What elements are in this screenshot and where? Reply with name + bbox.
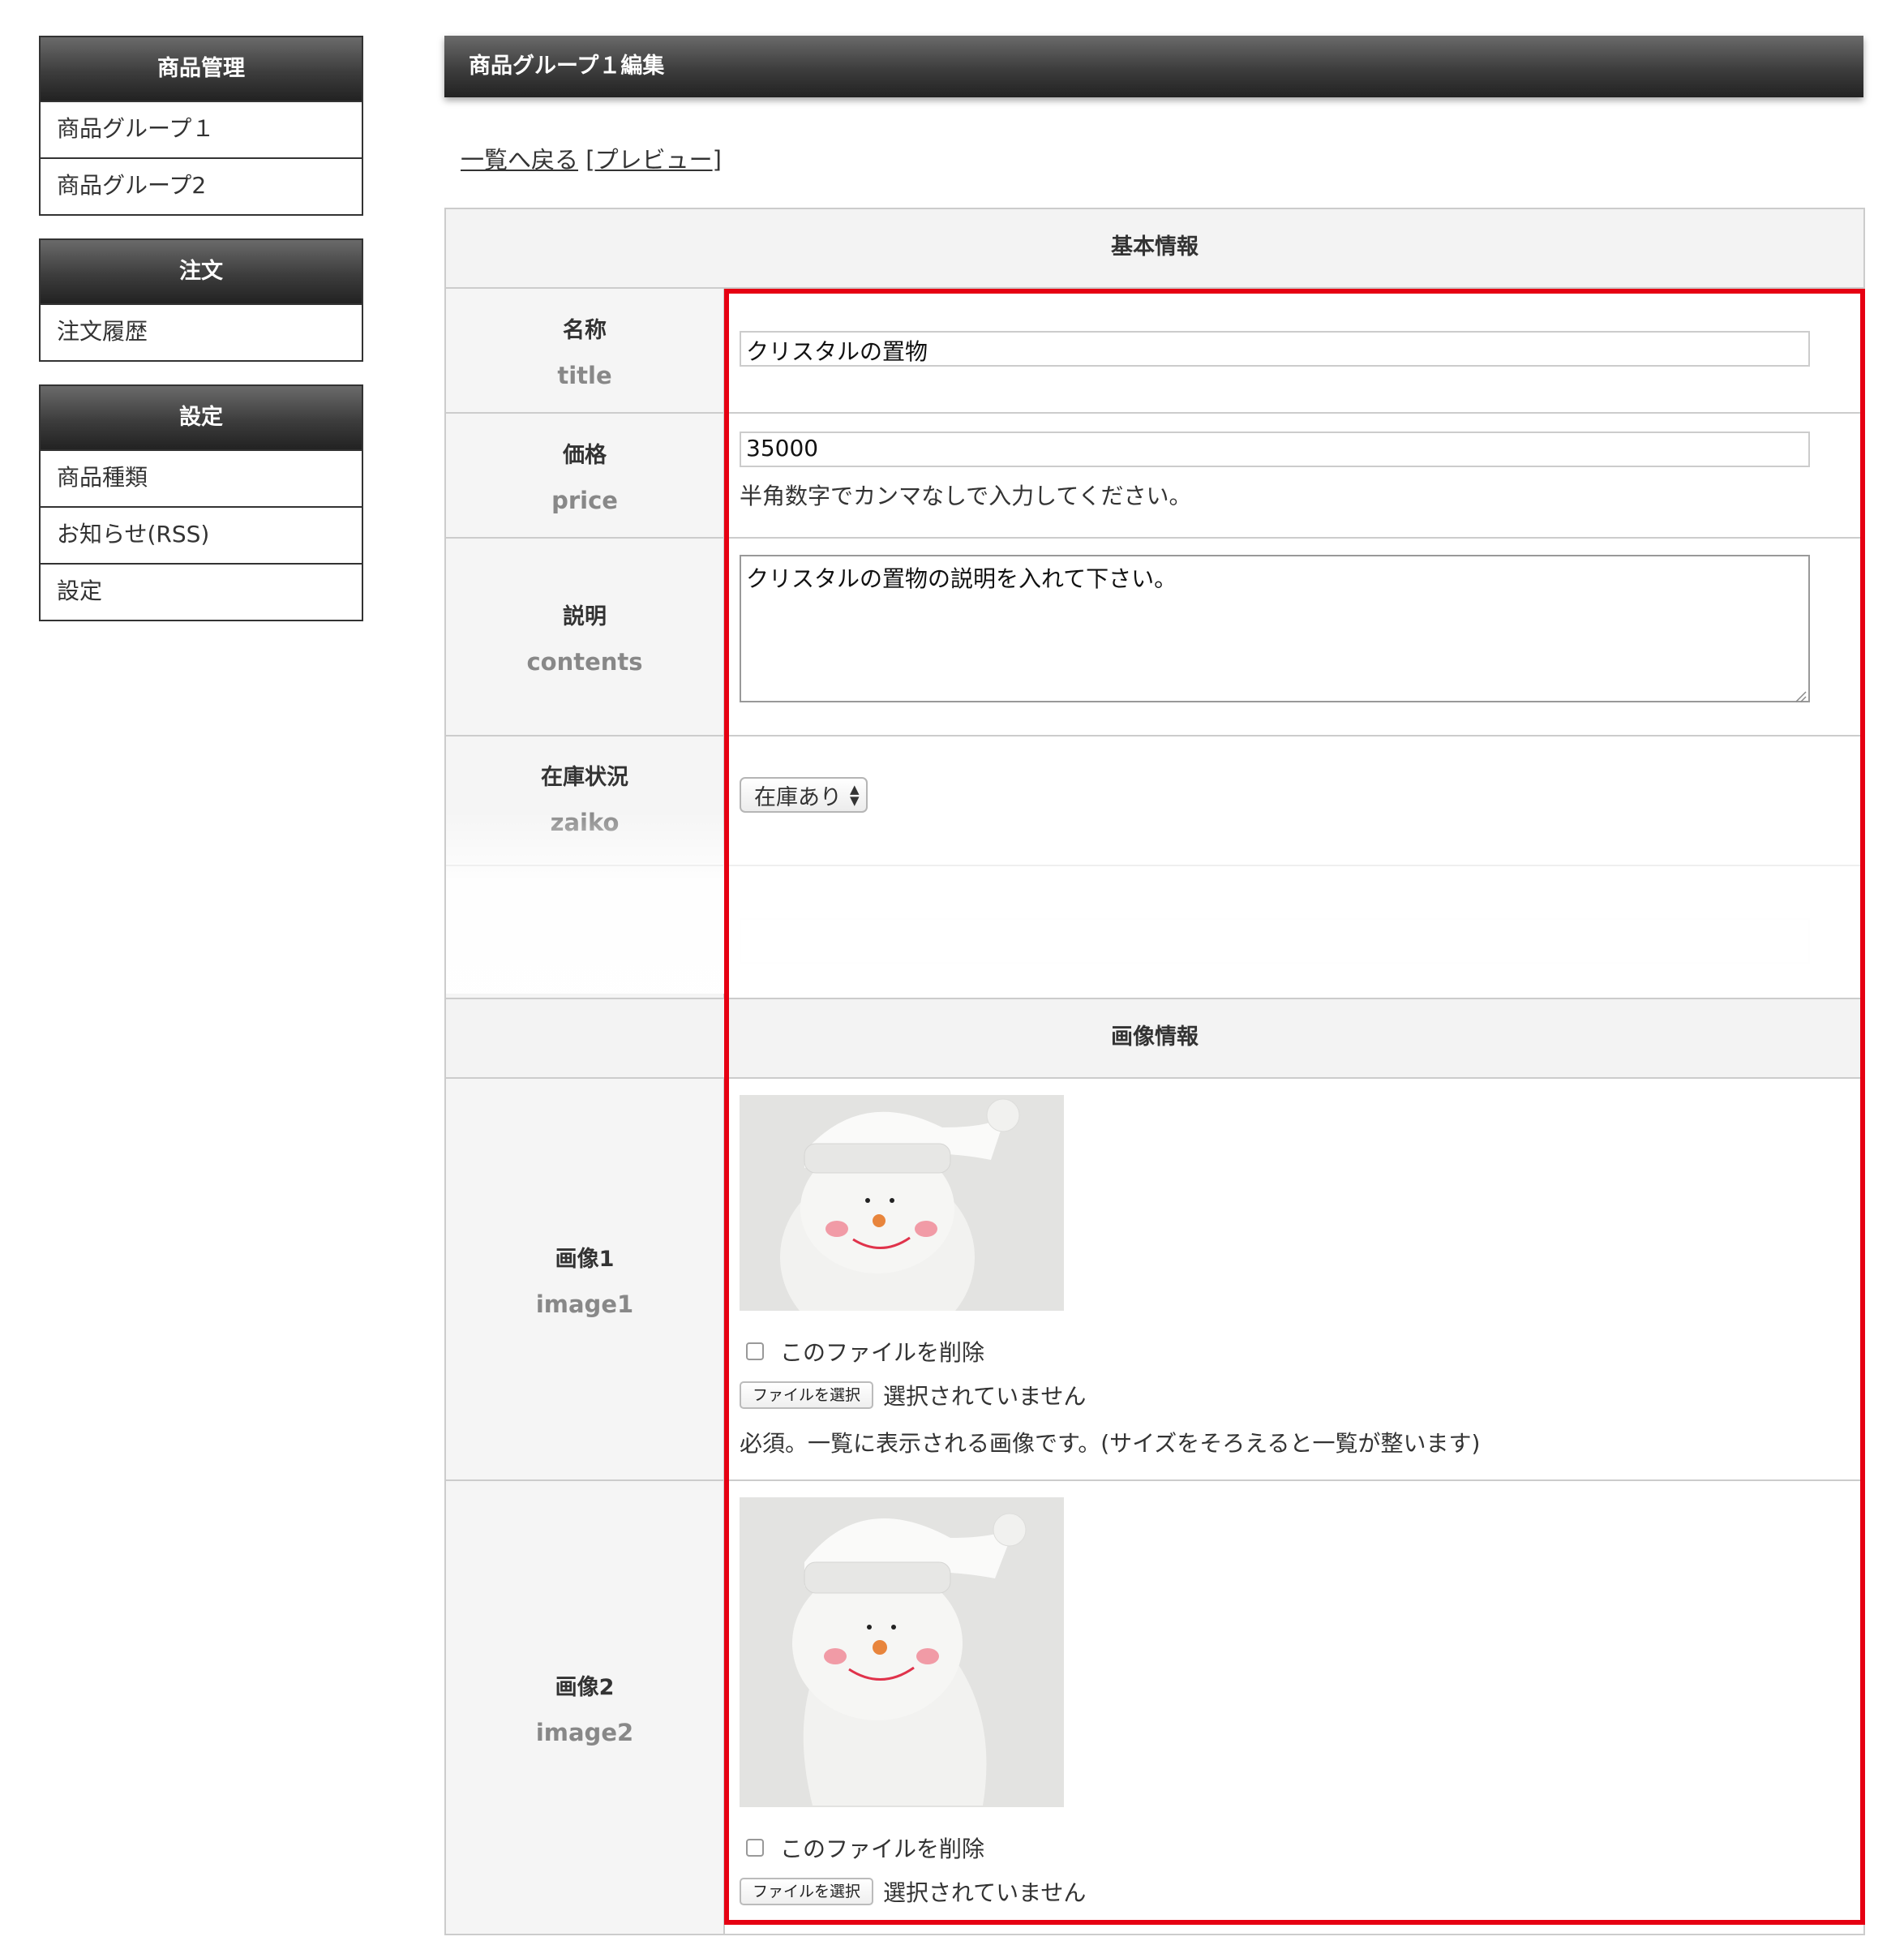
field-label-cell: 価格 price — [446, 414, 725, 537]
sidebar-item-product-group-2[interactable]: 商品グループ2 — [41, 157, 362, 214]
sidebar-section-title: 注文 — [41, 240, 362, 303]
section-header-basic: 基本情報 — [446, 209, 1863, 289]
field-label-cell: 名称 title — [446, 289, 725, 412]
field-label-jp: 名称 — [563, 317, 607, 343]
image2-file-line: ファイルを選択 選択されていません — [740, 1875, 1849, 1908]
image1-note: 必須。一覧に表示される画像です。(サイズをそろえると一覧が整います) — [740, 1430, 1481, 1457]
field-row-title: 名称 title クリスタルの置物 — [446, 289, 1863, 414]
preview-link[interactable]: プレビュー — [595, 146, 713, 174]
image1-file-line: ファイルを選択 選択されていません — [740, 1379, 1849, 1411]
field-cell: クリスタルの置物 — [725, 289, 1863, 412]
top-links: 一覧へ戻る [プレビュー] — [461, 141, 722, 175]
sidebar-menu-products: 商品管理 商品グループ１ 商品グループ2 — [39, 36, 363, 216]
field-label-cell: 在庫状況 zaiko — [446, 736, 725, 865]
contents-textarea[interactable]: クリスタルの置物の説明を入れて下さい。 — [740, 555, 1810, 702]
image1-delete-label: このファイルを削除 — [780, 1339, 985, 1366]
field-cell: このファイルを削除 ファイルを選択 選択されていません 必須。一覧に表示される画… — [725, 1079, 1863, 1479]
field-label-jp: 説明 — [563, 603, 607, 629]
image1-file-button[interactable]: ファイルを選択 — [740, 1381, 874, 1409]
sidebar-item-settings[interactable]: 設定 — [41, 563, 362, 620]
field-cell — [725, 866, 1863, 998]
sidebar-section-title: 設定 — [41, 386, 362, 449]
sidebar-item-order-history[interactable]: 注文履歴 — [41, 303, 362, 360]
image1-thumbnail — [740, 1095, 1064, 1311]
sidebar-item-product-types[interactable]: 商品種類 — [41, 449, 362, 506]
image1-delete-checkbox[interactable] — [746, 1342, 764, 1360]
field-label-jp: 価格 — [563, 442, 607, 468]
field-label-key: zaiko — [550, 809, 620, 836]
field-label-cell: 説明 contents — [446, 539, 725, 735]
image2-file-button[interactable]: ファイルを選択 — [740, 1878, 874, 1905]
field-cell: 35000 半角数字でカンマなしで入力してください。 — [725, 414, 1863, 537]
image1-delete-line: このファイルを削除 — [740, 1335, 1849, 1368]
field-row-contents: 説明 contents クリスタルの置物の説明を入れて下さい。 — [446, 539, 1863, 736]
field-label-jp: 画像1 — [555, 1246, 615, 1272]
sidebar-section-title: 商品管理 — [41, 37, 362, 101]
field-row-image1: 画像1 image1 このファイルを削除 ファイルを選択 選択されていません 必… — [446, 1079, 1863, 1481]
zaiko-select-value: 在庫あり — [754, 784, 842, 810]
sidebar-item-news-rss[interactable]: お知らせ(RSS) — [41, 506, 362, 563]
field-row-image2: 画像2 image2 このファイルを削除 ファイルを選択 選択されていません — [446, 1481, 1863, 1935]
resize-handle-icon[interactable] — [1794, 689, 1807, 702]
field-label-key: image1 — [535, 1290, 634, 1318]
image2-delete-line: このファイルを削除 — [740, 1831, 1849, 1864]
field-cell: 在庫あり ▲ ▼ — [725, 736, 1863, 865]
updown-arrows-icon: ▲ ▼ — [850, 782, 860, 808]
field-row-faded — [446, 866, 1863, 999]
field-label-cell: 画像2 image2 — [446, 1481, 725, 1934]
page-title: 商品グループ１編集 — [444, 36, 1863, 97]
price-input[interactable]: 35000 — [740, 432, 1810, 467]
image2-delete-label: このファイルを削除 — [780, 1836, 985, 1862]
back-to-list-link[interactable]: 一覧へ戻る — [461, 146, 578, 174]
field-row-zaiko: 在庫状況 zaiko 在庫あり ▲ ▼ — [446, 736, 1863, 866]
field-label-key: image2 — [535, 1718, 634, 1746]
faded-textarea[interactable] — [740, 918, 1810, 964]
image2-delete-checkbox[interactable] — [746, 1839, 764, 1857]
field-label-cell: 画像1 image1 — [446, 1079, 725, 1479]
field-label-key: title — [557, 361, 612, 389]
field-label-jp: 在庫状況 — [541, 765, 628, 790]
image2-thumbnail — [740, 1497, 1064, 1807]
field-label-key: price — [551, 486, 618, 514]
section-header-image: 画像情報 — [446, 999, 1863, 1079]
image1-file-status: 選択されていません — [883, 1383, 1087, 1410]
image2-file-status: 選択されていません — [883, 1879, 1087, 1906]
sidebar-menu-settings: 設定 商品種類 お知らせ(RSS) 設定 — [39, 384, 363, 621]
field-label-key: contents — [526, 647, 643, 676]
sidebar-menu-orders: 注文 注文履歴 — [39, 238, 363, 362]
sidebar-item-product-group-1[interactable]: 商品グループ１ — [41, 101, 362, 157]
preview-bracket-close: ] — [712, 146, 722, 174]
preview-bracket-open: [ — [585, 146, 595, 174]
field-cell: クリスタルの置物の説明を入れて下さい。 — [725, 539, 1863, 735]
price-note: 半角数字でカンマなしで入力してください。 — [740, 483, 1192, 509]
edit-form-table: 基本情報 名称 title クリスタルの置物 価格 price 35000 半角… — [444, 208, 1865, 1935]
title-input[interactable]: クリスタルの置物 — [740, 331, 1810, 367]
field-label-jp: 画像2 — [555, 1674, 615, 1700]
field-row-price: 価格 price 35000 半角数字でカンマなしで入力してください。 — [446, 414, 1863, 539]
zaiko-select[interactable]: 在庫あり ▲ ▼ — [740, 777, 868, 813]
field-label-cell — [446, 866, 725, 998]
field-cell: このファイルを削除 ファイルを選択 選択されていません — [725, 1481, 1863, 1934]
